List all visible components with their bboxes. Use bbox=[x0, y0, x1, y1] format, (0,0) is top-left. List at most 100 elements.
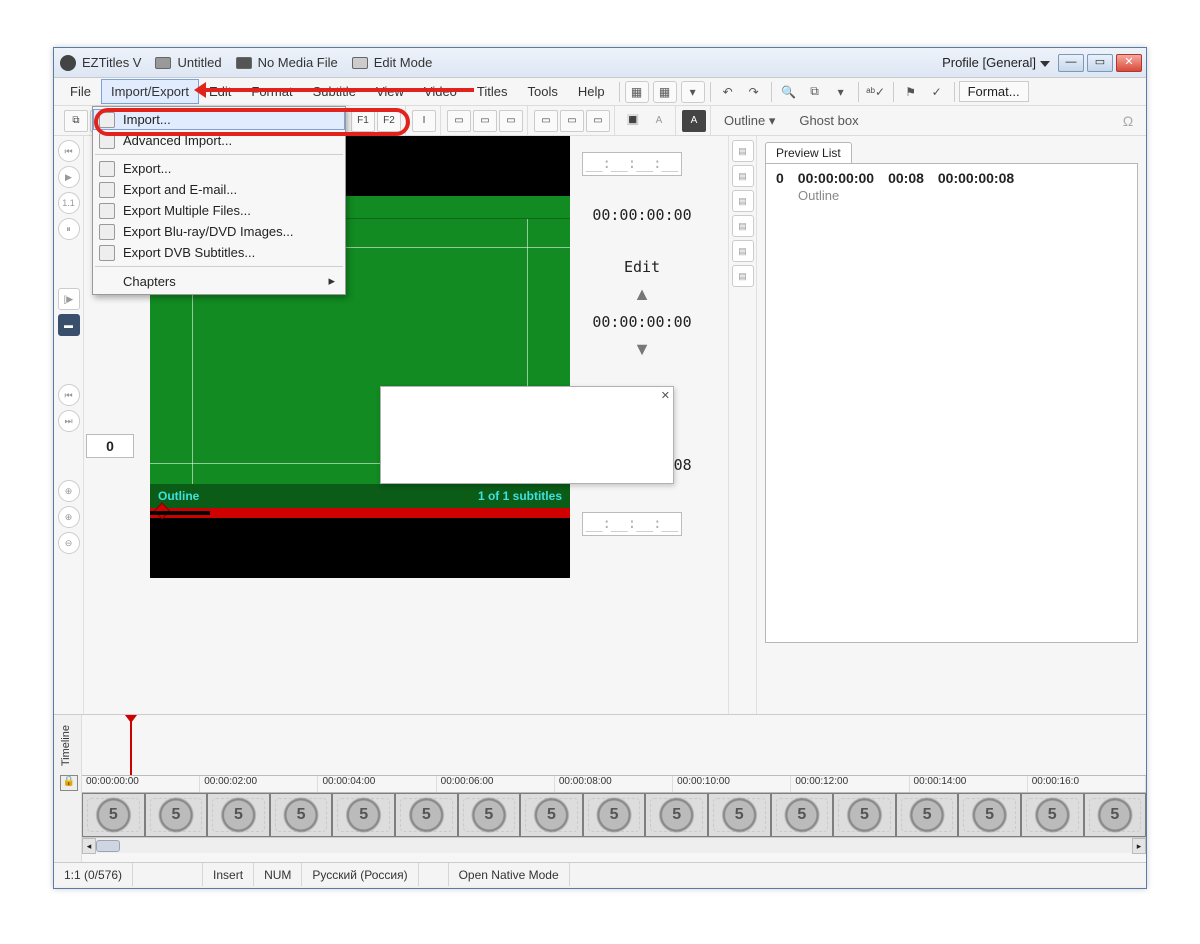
box-btn-1[interactable]: ▭ bbox=[534, 110, 558, 132]
toolbar-btn-a[interactable]: ▦ bbox=[625, 81, 649, 103]
menuitem-chapters[interactable]: Chapters▸ bbox=[93, 270, 345, 292]
preview-list-box[interactable]: 0 00:00:00:00 00:08 00:00:00:08 Outline bbox=[765, 163, 1138, 643]
undo-button[interactable]: ↶ bbox=[716, 81, 740, 103]
timeline-tick: 00:00:02:00 bbox=[200, 776, 318, 792]
rs-btn-5[interactable]: ▤ bbox=[732, 240, 754, 262]
menuitem-exportbluraydvdimages[interactable]: Export Blu-ray/DVD Images... bbox=[93, 221, 345, 242]
scroll-right-button[interactable]: ▸ bbox=[1132, 838, 1146, 854]
timeline-thumb[interactable]: 5 bbox=[1021, 793, 1084, 837]
color-icon[interactable]: 🔳 bbox=[621, 110, 645, 132]
menuitem-exportandemail[interactable]: Export and E-mail... bbox=[93, 179, 345, 200]
menuitem-advancedimport[interactable]: Advanced Import... bbox=[93, 130, 345, 151]
speed-button[interactable]: 1.1 bbox=[58, 192, 80, 214]
toolbar-btn-b[interactable]: ▦ bbox=[653, 81, 677, 103]
subtitle-index-field[interactable]: 0 bbox=[86, 434, 134, 458]
seek-bar[interactable] bbox=[150, 508, 570, 518]
file-icon bbox=[99, 161, 115, 177]
menu-file[interactable]: File bbox=[60, 79, 101, 104]
row-btn-2[interactable]: ▭ bbox=[473, 110, 497, 132]
cue-in-button[interactable]: ⊕ bbox=[58, 480, 80, 502]
arrow-up-icon[interactable]: ▲ bbox=[582, 284, 702, 305]
toolbar-dropdown-icon[interactable]: ▾ bbox=[681, 81, 705, 103]
omega-icon[interactable]: Ω bbox=[1116, 110, 1140, 132]
scroll-thumb[interactable] bbox=[96, 840, 120, 852]
box-btn-3[interactable]: ▭ bbox=[586, 110, 610, 132]
style-a-button[interactable]: A bbox=[682, 110, 706, 132]
menuitem-exportdvbsubtitles[interactable]: Export DVB Subtitles... bbox=[93, 242, 345, 263]
copy-button[interactable]: ⧉ bbox=[803, 81, 827, 103]
screen-button[interactable]: ▬ bbox=[58, 314, 80, 336]
timeline-thumb[interactable]: 5 bbox=[958, 793, 1021, 837]
timeline-thumb[interactable]: 5 bbox=[458, 793, 521, 837]
menu-tools[interactable]: Tools bbox=[517, 79, 567, 104]
check-button[interactable]: ✓ bbox=[925, 81, 949, 103]
timeline-thumb[interactable]: 5 bbox=[207, 793, 270, 837]
timeline-thumb[interactable]: 5 bbox=[332, 793, 395, 837]
timeline-thumb[interactable]: 5 bbox=[896, 793, 959, 837]
rs-btn-4[interactable]: ▤ bbox=[732, 215, 754, 237]
outline-dropdown[interactable]: Outline ▾ bbox=[713, 110, 786, 132]
close-icon[interactable]: ✕ bbox=[661, 389, 670, 402]
marker-in-button[interactable]: [▶ bbox=[58, 288, 80, 310]
minimize-button[interactable]: — bbox=[1058, 54, 1084, 72]
profile-dropdown[interactable]: Profile [General] bbox=[942, 55, 1050, 70]
rs-btn-6[interactable]: ▤ bbox=[732, 265, 754, 287]
play-button[interactable]: ▶ bbox=[58, 166, 80, 188]
ghost-box-dropdown[interactable]: Ghost box bbox=[788, 110, 869, 131]
timeline-thumbs[interactable]: 55555555555555555 bbox=[82, 793, 1146, 837]
scroll-left-button[interactable]: ◂ bbox=[82, 838, 96, 854]
cue-out-button[interactable]: ⊖ bbox=[58, 532, 80, 554]
preview-list-tab[interactable]: Preview List bbox=[765, 142, 852, 163]
arrow-down-icon[interactable]: ▼ bbox=[582, 339, 702, 360]
format-menu-button[interactable]: Format... bbox=[959, 81, 1029, 102]
menu-titles[interactable]: Titles bbox=[467, 79, 518, 104]
timeline-thumb[interactable]: 5 bbox=[270, 793, 333, 837]
timeline-thumb[interactable]: 5 bbox=[145, 793, 208, 837]
timeline-ruler[interactable]: 00:00:00:0000:00:02:0000:00:04:0000:00:0… bbox=[82, 775, 1146, 793]
next-sub-button[interactable]: ⏭ bbox=[58, 410, 80, 432]
row-btn-3[interactable]: ▭ bbox=[499, 110, 523, 132]
redo-button[interactable]: ↷ bbox=[742, 81, 766, 103]
f1-button[interactable]: F1 bbox=[351, 110, 375, 132]
timeline-thumb[interactable]: 5 bbox=[645, 793, 708, 837]
lock-icon[interactable]: 🔒 bbox=[60, 775, 78, 791]
timeline-thumb[interactable]: 5 bbox=[520, 793, 583, 837]
timeline-playhead[interactable] bbox=[130, 715, 132, 775]
paste-button[interactable]: ▾ bbox=[829, 81, 853, 103]
skip-back-button[interactable]: ⏮ bbox=[58, 140, 80, 162]
pause-button[interactable]: ⏸ bbox=[58, 218, 80, 240]
timeline-thumb[interactable]: 5 bbox=[395, 793, 458, 837]
timeline-thumb[interactable]: 5 bbox=[771, 793, 834, 837]
rs-btn-1[interactable]: ▤ bbox=[732, 140, 754, 162]
f2-button[interactable]: F2 bbox=[377, 110, 401, 132]
menuitem-exportmultiplefiles[interactable]: Export Multiple Files... bbox=[93, 200, 345, 221]
prev-sub-button[interactable]: ⏮ bbox=[58, 384, 80, 406]
copy-icon[interactable]: ⧉ bbox=[64, 110, 88, 132]
italic-button[interactable]: I bbox=[412, 110, 436, 132]
list-item[interactable]: 0 00:00:00:00 00:08 00:00:00:08 bbox=[776, 170, 1127, 186]
floating-panel[interactable]: ✕ bbox=[380, 386, 674, 484]
rs-btn-3[interactable]: ▤ bbox=[732, 190, 754, 212]
tc-blank-bottom[interactable]: __:__:__:__ bbox=[582, 512, 682, 536]
timeline-thumb[interactable]: 5 bbox=[82, 793, 145, 837]
menu-importexport[interactable]: Import/Export bbox=[101, 79, 199, 104]
timeline-scrollbar[interactable]: ◂ ▸ bbox=[82, 837, 1146, 853]
timeline-thumb[interactable]: 5 bbox=[708, 793, 771, 837]
cue-mid-button[interactable]: ⊕ bbox=[58, 506, 80, 528]
box-btn-2[interactable]: ▭ bbox=[560, 110, 584, 132]
timeline-thumb[interactable]: 5 bbox=[833, 793, 896, 837]
close-button[interactable]: ✕ bbox=[1116, 54, 1142, 72]
menuitem-export[interactable]: Export... bbox=[93, 158, 345, 179]
spellcheck-button[interactable]: ᵃᵇ✓ bbox=[864, 81, 888, 103]
search-button[interactable]: 🔍 bbox=[777, 81, 801, 103]
timeline-thumb[interactable]: 5 bbox=[583, 793, 646, 837]
menu-help[interactable]: Help bbox=[568, 79, 615, 104]
flag-button[interactable]: ⚑ bbox=[899, 81, 923, 103]
timeline-thumb[interactable]: 5 bbox=[1084, 793, 1147, 837]
maximize-button[interactable]: ▭ bbox=[1087, 54, 1113, 72]
tc-blank-top[interactable]: __:__:__:__ bbox=[582, 152, 682, 176]
menuitem-import[interactable]: Import... bbox=[93, 109, 345, 130]
font-icon[interactable]: A bbox=[647, 110, 671, 132]
row-btn-1[interactable]: ▭ bbox=[447, 110, 471, 132]
rs-btn-2[interactable]: ▤ bbox=[732, 165, 754, 187]
